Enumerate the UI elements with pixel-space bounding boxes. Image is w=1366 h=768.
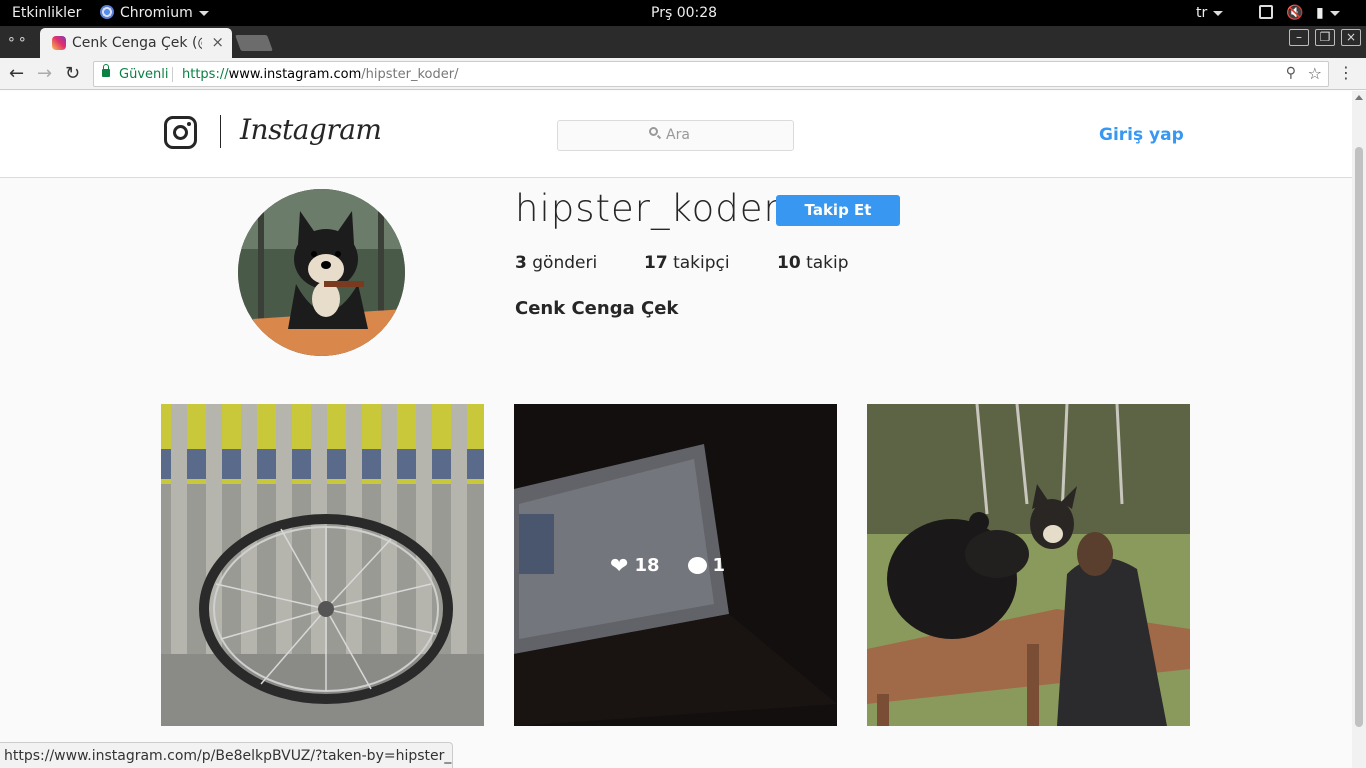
browser-tab[interactable]: Cenk Cenga Çek (@h × — [40, 28, 232, 58]
activities-button[interactable]: Etkinlikler — [12, 4, 81, 22]
address-bar[interactable]: Güvenli https://www.instagram.com/hipste… — [93, 61, 1329, 87]
scrollbar-thumb[interactable] — [1355, 147, 1363, 727]
bookmark-star-icon[interactable]: ☆ — [1308, 64, 1322, 83]
back-icon[interactable]: ← — [9, 63, 24, 84]
language-selector[interactable]: tr — [1196, 4, 1224, 22]
instagram-wordmark[interactable]: Instagram — [240, 113, 382, 146]
reload-icon[interactable]: ↻ — [65, 63, 80, 84]
browser-menu-icon[interactable]: ⋮ — [1338, 63, 1354, 82]
close-window-button[interactable]: × — [1341, 29, 1361, 46]
window-icon[interactable] — [1259, 5, 1273, 19]
incognito-icon: ⚬⚬ — [6, 33, 28, 48]
link-status-bubble: https://www.instagram.com/p/Be8elkpBVUZ/… — [0, 742, 453, 768]
search-input[interactable]: Ara — [557, 120, 794, 151]
profile-username: hipster_koder — [515, 187, 780, 230]
instagram-header: Instagram Ara Giriş yap — [0, 91, 1352, 178]
page-scrollbar[interactable] — [1352, 91, 1366, 768]
following-stat[interactable]: 10 takip — [777, 253, 849, 273]
posts-count: 3 — [515, 253, 527, 273]
new-tab-button[interactable] — [235, 35, 273, 51]
post-thumbnail[interactable] — [867, 404, 1190, 726]
posts-stat: 3 gönderi — [515, 253, 597, 273]
url-scheme: https:// — [182, 67, 229, 82]
clock[interactable]: Prş 00:28 — [651, 4, 717, 22]
search-placeholder: Ara — [666, 127, 690, 143]
tab-close-icon[interactable]: × — [211, 33, 224, 51]
battery-icon[interactable]: ▮ — [1316, 4, 1340, 22]
tab-title: Cenk Cenga Çek (@h — [72, 35, 202, 51]
url-text[interactable]: https://www.instagram.com/hipster_koder/ — [182, 67, 458, 82]
volume-muted-icon[interactable]: 🔇 — [1286, 4, 1303, 22]
likes-count: 18 — [634, 555, 660, 576]
login-link[interactable]: Giriş yap — [1099, 125, 1184, 145]
app-name: Chromium — [120, 5, 193, 21]
chevron-down-icon — [1213, 10, 1224, 16]
comment-icon — [687, 557, 707, 574]
zoom-icon[interactable]: ⚲ — [1286, 65, 1296, 81]
browser-toolbar: ← → ↻ Güvenli https://www.instagram.com/… — [0, 58, 1366, 90]
follow-button[interactable]: Takip Et — [776, 195, 900, 226]
post-engagement: ❤ 18 1 — [610, 554, 725, 579]
url-host: www.instagram.com — [228, 67, 362, 82]
following-label: takip — [806, 253, 849, 273]
lock-icon — [102, 64, 110, 77]
language-label: tr — [1196, 5, 1208, 21]
followers-count: 17 — [644, 253, 668, 273]
instagram-favicon-icon — [52, 36, 66, 50]
restore-button[interactable]: ❐ — [1315, 29, 1335, 46]
minimize-button[interactable]: – — [1289, 29, 1309, 46]
app-menu[interactable]: Chromium — [100, 4, 209, 22]
scroll-up-icon[interactable] — [1355, 95, 1363, 100]
comments-count: 1 — [712, 555, 726, 576]
url-path: /hipster_koder/ — [361, 67, 459, 82]
instagram-camera-icon[interactable] — [164, 116, 197, 149]
following-count: 10 — [777, 253, 801, 273]
chromium-icon — [100, 5, 114, 19]
heart-icon: ❤ — [610, 554, 629, 579]
followers-label: takipçi — [673, 253, 730, 273]
post-thumbnail[interactable]: ❤ 18 1 — [514, 404, 837, 726]
profile-full-name: Cenk Cenga Çek — [515, 298, 679, 319]
followers-stat[interactable]: 17 takipçi — [644, 253, 730, 273]
search-icon — [649, 127, 658, 136]
logo-divider — [220, 115, 221, 148]
posts-label: gönderi — [532, 253, 598, 273]
chevron-down-icon — [1329, 10, 1340, 16]
profile-avatar[interactable] — [238, 189, 405, 356]
post-thumbnail[interactable] — [161, 404, 484, 726]
forward-icon[interactable]: → — [37, 63, 52, 84]
system-top-bar: Etkinlikler Chromium Prş 00:28 tr 🔇 ▮ — [0, 0, 1366, 26]
secure-label[interactable]: Güvenli — [119, 67, 168, 82]
divider — [172, 67, 173, 82]
web-page: Instagram Ara Giriş yap hipster_koder Ta… — [0, 91, 1352, 768]
chevron-down-icon — [198, 10, 209, 16]
